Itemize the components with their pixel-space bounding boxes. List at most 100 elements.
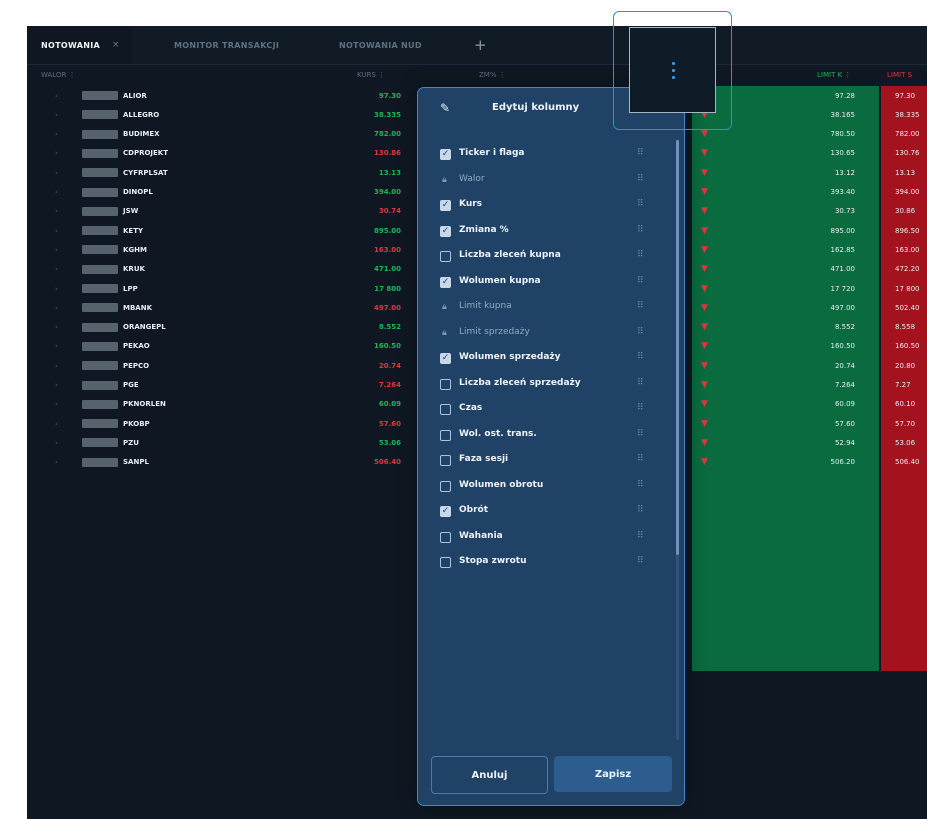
chevron-right-icon[interactable]: ›	[55, 240, 58, 259]
checkbox[interactable]	[440, 455, 451, 466]
drag-handle-icon[interactable]: ⠿	[637, 327, 644, 337]
drag-handle-icon[interactable]: ⠿	[637, 276, 644, 286]
chevron-right-icon[interactable]: ›	[55, 395, 58, 414]
chevron-right-icon[interactable]: ›	[55, 125, 58, 144]
kebab-menu-button[interactable]	[629, 27, 716, 113]
chevron-right-icon[interactable]: ›	[55, 318, 58, 337]
column-header-limit-kupna[interactable]: LIMIT K ⋮	[817, 64, 851, 86]
chevron-right-icon[interactable]: ›	[55, 298, 58, 317]
column-option[interactable]: 🔒︎ Walor ⠿	[418, 170, 684, 194]
limit-sprzedazy-value: 30.86	[895, 207, 916, 216]
column-option[interactable]: Wahania ⠿	[418, 527, 684, 551]
ticker-label: ALIOR	[123, 91, 147, 100]
drag-handle-icon[interactable]: ⠿	[637, 148, 644, 158]
chevron-right-icon[interactable]: ›	[55, 86, 58, 105]
column-option[interactable]: Liczba zleceń kupna ⠿	[418, 246, 684, 270]
lock-icon: 🔒︎	[442, 174, 447, 185]
drag-handle-icon[interactable]: ⠿	[637, 531, 644, 541]
chevron-right-icon[interactable]: ›	[55, 433, 58, 452]
close-icon[interactable]: ×	[112, 40, 120, 50]
checkbox[interactable]	[440, 480, 451, 492]
checkbox[interactable]: ✓	[440, 149, 451, 160]
column-option[interactable]: 🔒︎ Limit sprzedaży ⠿	[418, 323, 684, 347]
drag-handle-icon[interactable]: ⠿	[637, 301, 644, 311]
price-value: 57.60	[378, 419, 401, 428]
column-option[interactable]: ✓ Ticker i flaga ⠿	[418, 144, 684, 168]
drag-handle-icon[interactable]: ⠿	[637, 225, 644, 235]
limit-sprzedazy-value: 506.40	[895, 458, 920, 467]
column-option[interactable]: ✓ Wolumen sprzedaży ⠿	[418, 348, 684, 372]
drag-handle-icon[interactable]: ⠿	[637, 403, 644, 413]
buy-arrow-icon: ▼	[701, 437, 708, 448]
column-option[interactable]: Czas ⠿	[418, 399, 684, 423]
checkbox[interactable]: ✓	[440, 276, 451, 288]
column-header-limit-sprzedazy[interactable]: LIMIT S	[887, 64, 912, 86]
chevron-right-icon[interactable]: ›	[55, 260, 58, 279]
checkbox[interactable]	[440, 251, 451, 262]
market-badge	[82, 341, 118, 351]
column-option[interactable]: Stopa zwrotu ⠿	[418, 552, 684, 576]
checkbox[interactable]: ✓	[440, 200, 451, 211]
market-badge	[82, 129, 118, 139]
column-option[interactable]: 🔒︎ Limit kupna ⠿	[418, 297, 684, 321]
checkbox[interactable]	[440, 557, 451, 568]
price-value: 30.74	[378, 207, 401, 216]
drag-handle-icon[interactable]: ⠿	[637, 505, 644, 515]
column-option[interactable]: ✓ Kurs ⠿	[418, 195, 684, 219]
tab-notowania[interactable]: NOTOWANIA ×	[27, 26, 133, 64]
chevron-right-icon[interactable]: ›	[55, 202, 58, 221]
add-tab-icon[interactable]: +	[474, 26, 487, 64]
chevron-right-icon[interactable]: ›	[55, 376, 58, 395]
price-value: 497.00	[373, 303, 401, 312]
chevron-right-icon[interactable]: ›	[55, 163, 58, 182]
column-header-walor[interactable]: WALOR ⋮	[41, 64, 76, 86]
drag-handle-icon[interactable]: ⠿	[637, 454, 644, 464]
column-option[interactable]: Liczba zleceń sprzedaży ⠿	[418, 374, 684, 398]
column-header-kurs[interactable]: KURS ⋮	[357, 64, 385, 86]
checkbox[interactable]	[440, 531, 451, 543]
drag-handle-icon[interactable]: ⠿	[637, 199, 644, 209]
drag-handle-icon[interactable]: ⠿	[637, 556, 644, 566]
checkbox[interactable]: ✓	[440, 225, 451, 237]
chevron-right-icon[interactable]: ›	[55, 356, 58, 375]
drag-handle-icon[interactable]: ⠿	[637, 480, 644, 490]
tab-notowania-nud[interactable]: NOTOWANIA NUD	[339, 26, 422, 64]
chevron-right-icon[interactable]: ›	[55, 453, 58, 472]
limit-sprzedazy-value: 160.50	[895, 342, 920, 351]
column-option[interactable]: Wolumen obrotu ⠿	[418, 476, 684, 500]
tab-monitor-transakcji[interactable]: MONITOR TRANSAKCJI	[174, 26, 279, 64]
chevron-right-icon[interactable]: ›	[55, 337, 58, 356]
checkbox[interactable]	[440, 429, 451, 441]
column-option-label: Wolumen obrotu	[459, 479, 544, 490]
scrollbar-thumb[interactable]	[676, 140, 679, 555]
column-header-zmiana[interactable]: ZM% ⋮	[479, 64, 506, 86]
cancel-button[interactable]: Anuluj	[431, 756, 548, 794]
drag-handle-icon[interactable]: ⠿	[637, 174, 644, 184]
checkbox[interactable]: ✓	[440, 506, 451, 517]
limit-kupna-value: 130.65	[830, 149, 856, 158]
chevron-right-icon[interactable]: ›	[55, 221, 58, 240]
column-option[interactable]: Faza sesji ⠿	[418, 450, 684, 474]
price-value: 13.13	[378, 168, 401, 177]
checkbox[interactable]	[440, 378, 451, 390]
drag-handle-icon[interactable]: ⠿	[637, 250, 644, 260]
limit-sprzedazy-value: 896.50	[895, 226, 920, 235]
chevron-right-icon[interactable]: ›	[55, 105, 58, 124]
limit-sprzedazy-value: 53.06	[895, 438, 916, 447]
price-value: 163.00	[373, 245, 401, 254]
drag-handle-icon[interactable]: ⠿	[637, 378, 644, 388]
column-option[interactable]: ✓ Obrót ⠿	[418, 501, 684, 525]
column-option[interactable]: ✓ Wolumen kupna ⠿	[418, 272, 684, 296]
chevron-right-icon[interactable]: ›	[55, 144, 58, 163]
chevron-right-icon[interactable]: ›	[55, 183, 58, 202]
drag-handle-icon[interactable]: ⠿	[637, 352, 644, 362]
chevron-right-icon[interactable]: ›	[55, 414, 58, 433]
drag-handle-icon[interactable]: ⠿	[637, 429, 644, 439]
checkbox[interactable]: ✓	[440, 353, 451, 364]
checkbox[interactable]	[440, 404, 451, 415]
save-button[interactable]: Zapisz	[554, 756, 672, 792]
buy-arrow-icon: ▼	[701, 206, 708, 217]
chevron-right-icon[interactable]: ›	[55, 279, 58, 298]
column-option[interactable]: Wol. ost. trans. ⠿	[418, 425, 684, 449]
column-option[interactable]: ✓ Zmiana % ⠿	[418, 221, 684, 245]
